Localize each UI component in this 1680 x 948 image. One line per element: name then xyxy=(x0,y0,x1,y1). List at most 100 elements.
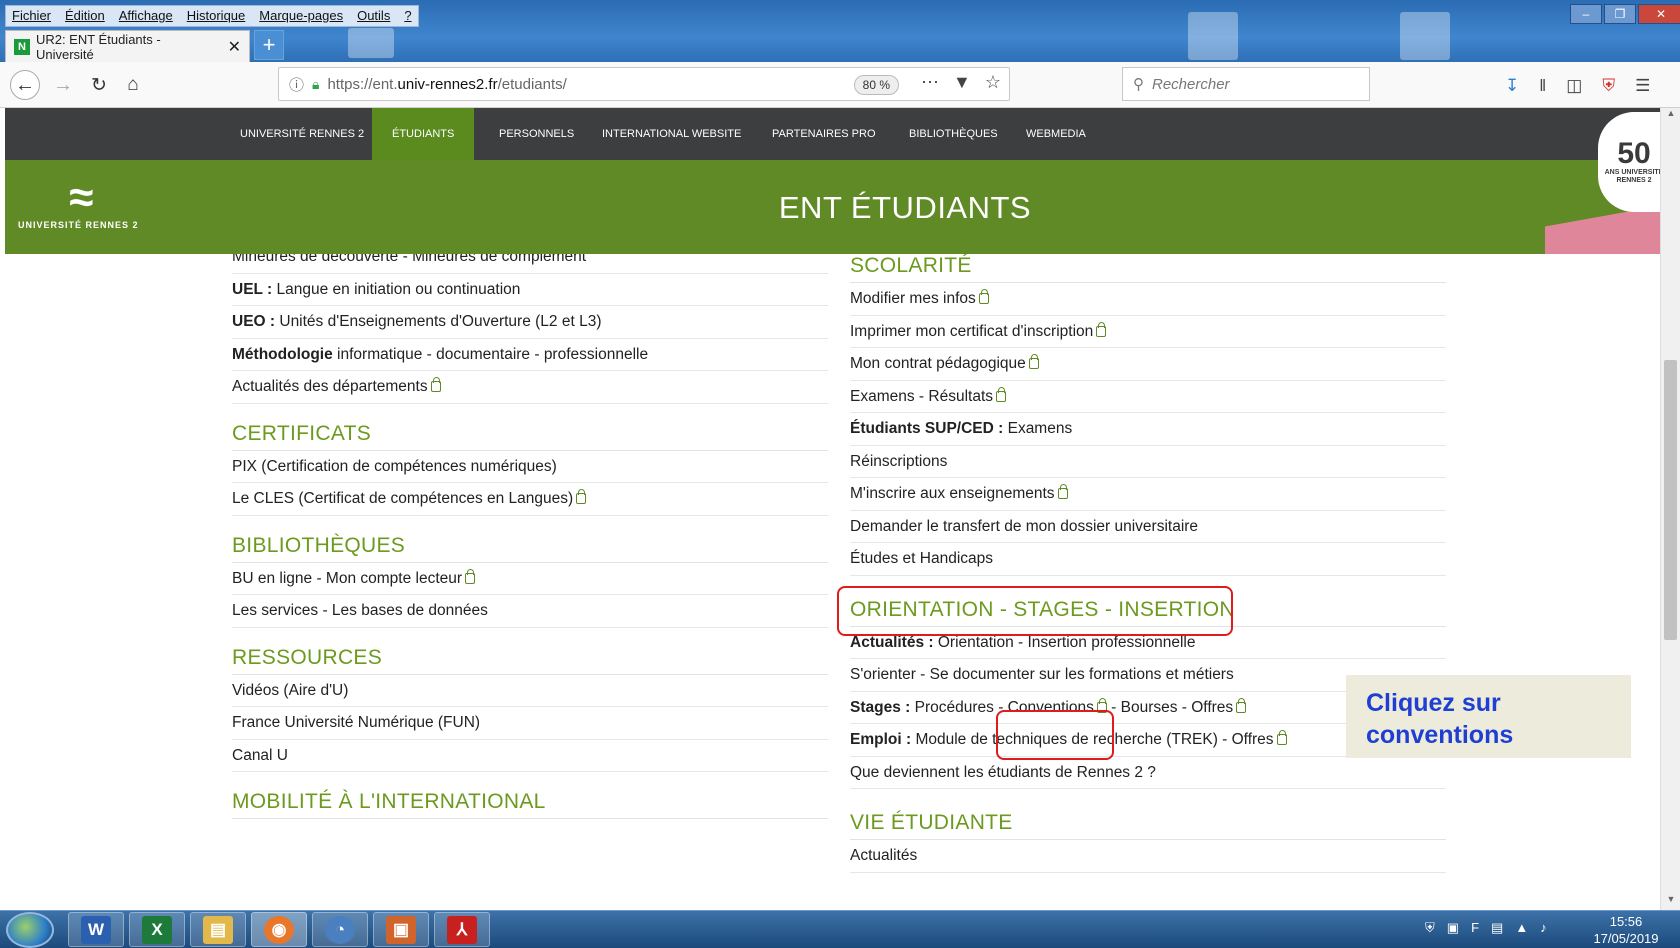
page-actions-icon[interactable]: ⋯ xyxy=(921,72,939,93)
list-item[interactable]: M'inscrire aux enseignements xyxy=(850,478,1446,511)
nav-partenaires-pro[interactable]: PARTENAIRES PRO xyxy=(752,108,896,160)
shield-icon[interactable]: ⛨ xyxy=(1602,76,1615,96)
list-item[interactable]: UEO : Unités d'Enseignements d'Ouverture… xyxy=(232,306,828,339)
section-heading-vie-etudiante: VIE ÉTUDIANTE xyxy=(850,811,1446,840)
list-item[interactable]: Mineures de découverte - Mineures de com… xyxy=(232,254,828,274)
scrollbar-thumb[interactable] xyxy=(1664,360,1677,640)
menu-item[interactable]: Marque-pages xyxy=(259,8,343,24)
close-tab-icon[interactable]: ✕ xyxy=(228,37,241,57)
library-icon[interactable]: ‖ xyxy=(1539,76,1546,96)
pocket-icon[interactable]: ▼ xyxy=(953,72,971,93)
page-title: ENT ÉTUDIANTS xyxy=(778,190,1032,225)
window-controls: – ❐ ✕ xyxy=(1570,4,1680,24)
taskbar-acrobat[interactable]: ⅄ xyxy=(434,912,490,947)
close-window-button[interactable]: ✕ xyxy=(1638,4,1680,24)
taskbar-thunderbird[interactable]: ◔ xyxy=(312,912,368,947)
lock-icon xyxy=(1236,697,1247,713)
lock-icon xyxy=(576,489,587,504)
nav-international-website[interactable]: INTERNATIONAL WEBSITE xyxy=(582,108,761,160)
info-icon[interactable]: ⓘ xyxy=(289,74,304,95)
list-item[interactable]: Études et Handicaps xyxy=(850,543,1446,576)
background-window-thumbnail xyxy=(348,28,394,58)
lock-icon xyxy=(1057,484,1068,499)
system-clock[interactable]: 15:56 17/05/2019 xyxy=(1578,913,1674,947)
download-icon[interactable]: ↧ xyxy=(1505,76,1519,96)
antivirus-icon[interactable]: ⛨ xyxy=(1425,920,1435,936)
list-item[interactable]: Étudiants SUP/CED : Examens xyxy=(850,413,1446,446)
list-item[interactable]: BU en ligne - Mon compte lecteur xyxy=(232,563,828,595)
nav-universite-rennes2[interactable]: UNIVERSITÉ RENNES 2 xyxy=(220,108,384,160)
volume-icon[interactable]: ♪ xyxy=(1540,920,1547,936)
hamburger-menu-icon[interactable]: ☰ xyxy=(1635,76,1650,96)
nav-personnels[interactable]: PERSONNELS xyxy=(479,108,594,160)
menu-bar: Fichier Édition Affichage Historique Marque-… xyxy=(5,5,419,27)
bookmark-star-icon[interactable]: ☆ xyxy=(985,72,1001,93)
section-heading-scolarite: SCOLARITÉ xyxy=(850,254,1446,283)
sidebar-icon[interactable]: ◫ xyxy=(1566,76,1582,96)
home-icon[interactable]: ⌂ xyxy=(118,70,148,100)
tray-app-icon[interactable]: ▲ xyxy=(1515,920,1528,936)
toolbar-icons: ↧ ‖ ◫ ⛨ ☰ xyxy=(1505,76,1650,96)
taskbar-word[interactable]: W xyxy=(68,912,124,947)
clock-time: 15:56 xyxy=(1609,914,1643,929)
zoom-indicator[interactable]: 80 % xyxy=(853,75,899,95)
list-item[interactable]: Actualités des départements xyxy=(232,371,828,404)
search-placeholder: Rechercher xyxy=(1152,75,1230,93)
lock-icon xyxy=(996,386,1006,402)
lock-icon xyxy=(430,377,441,392)
start-button[interactable] xyxy=(6,912,54,948)
nav-etudiants[interactable]: ÉTUDIANTS xyxy=(372,108,475,160)
menu-item[interactable]: Fichier xyxy=(12,8,51,24)
list-item[interactable]: Canal U xyxy=(232,740,828,772)
back-arrow-icon[interactable]: ← xyxy=(10,70,40,100)
menu-item[interactable]: Historique xyxy=(187,8,246,24)
list-item[interactable]: Demander le transfert de mon dossier uni… xyxy=(850,511,1446,543)
page-scrollbar[interactable]: ▲ ▼ xyxy=(1660,108,1680,910)
browser-tab[interactable]: N UR2: ENT Étudiants - Université ✕ xyxy=(5,30,250,62)
forward-arrow-icon[interactable]: → xyxy=(48,70,78,100)
minimize-button[interactable]: – xyxy=(1570,4,1602,24)
network-icon[interactable]: ▤ xyxy=(1491,920,1503,936)
section-heading-ressources: RESSOURCES xyxy=(232,646,828,675)
list-item[interactable]: Imprimer mon certificat d'inscription xyxy=(850,316,1446,348)
list-item[interactable]: Réinscriptions xyxy=(850,446,1446,478)
navigation-toolbar: ← → ↻ ⌂ ⓘ 🔒︎ https://ent.univ-rennes2.fr… xyxy=(0,62,1680,108)
menu-item[interactable]: ? xyxy=(404,8,411,24)
taskbar-explorer[interactable]: ▤ xyxy=(190,912,246,947)
reload-icon[interactable]: ↻ xyxy=(84,70,114,100)
list-item[interactable]: Examens - Résultats xyxy=(850,381,1446,413)
maximize-button[interactable]: ❐ xyxy=(1604,4,1636,24)
link-procedures[interactable]: Procédures - xyxy=(910,699,1007,716)
list-item[interactable]: Le CLES (Certificat de compétences en La… xyxy=(232,483,828,516)
list-item[interactable]: Mon contrat pédagogique xyxy=(850,348,1446,381)
list-item[interactable]: UEL : Langue en initiation ou continuati… xyxy=(232,274,828,306)
filezilla-icon[interactable]: F xyxy=(1471,920,1479,936)
menu-item[interactable]: Outils xyxy=(357,8,390,24)
menu-item[interactable]: Édition xyxy=(65,8,105,24)
lock-icon xyxy=(1096,321,1107,337)
list-item[interactable]: PIX (Certification de compétences numéri… xyxy=(232,451,828,483)
search-icon: ⚲ xyxy=(1133,76,1144,93)
nav-bibliotheques[interactable]: BIBLIOTHÈQUES xyxy=(889,108,1018,160)
taskbar-powerpoint[interactable]: ▣ xyxy=(373,912,429,947)
menu-item[interactable]: Affichage xyxy=(119,8,173,24)
lock-icon xyxy=(1028,354,1039,369)
new-tab-button[interactable]: + xyxy=(254,30,284,60)
list-item-devenir[interactable]: Que deviennent les étudiants de Rennes 2… xyxy=(850,757,1446,789)
taskbar-firefox[interactable]: ◉ xyxy=(251,912,307,947)
list-item[interactable]: France Université Numérique (FUN) xyxy=(232,707,828,740)
list-item[interactable]: Vidéos (Aire d'U) xyxy=(232,675,828,707)
list-item[interactable]: Modifier mes infos xyxy=(850,283,1446,316)
highlight-box-conventions xyxy=(996,710,1114,760)
taskbar-excel[interactable]: X xyxy=(129,912,185,947)
clock-date: 17/05/2019 xyxy=(1593,931,1659,946)
url-bar[interactable]: ⓘ 🔒︎ https://ent.univ-rennes2.fr/etudian… xyxy=(278,67,1010,101)
display-icon[interactable]: ▣ xyxy=(1447,920,1459,936)
link-bourses-offres[interactable]: - Bourses - Offres xyxy=(1107,699,1233,716)
list-item[interactable]: Méthodologie informatique - documentaire… xyxy=(232,339,828,371)
search-input[interactable]: ⚲ Rechercher xyxy=(1122,67,1370,101)
list-item[interactable]: Actualités xyxy=(850,840,1446,873)
background-window-thumbnail xyxy=(1188,12,1238,60)
nav-webmedia[interactable]: WEBMEDIA xyxy=(1006,108,1106,160)
list-item[interactable]: Les services - Les bases de données xyxy=(232,595,828,628)
